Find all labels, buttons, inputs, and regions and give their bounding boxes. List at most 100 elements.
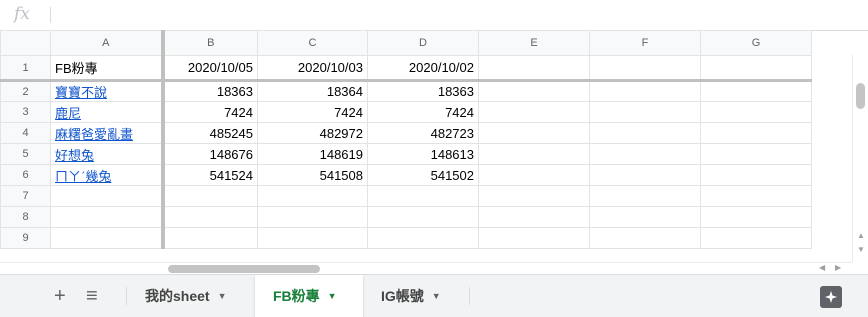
chevron-down-icon[interactable]: ▼ — [432, 275, 441, 317]
column-header-e[interactable]: E — [478, 30, 590, 56]
cell-a5[interactable]: 好想兔 — [50, 143, 163, 165]
add-sheet-button[interactable]: + — [54, 285, 66, 308]
tab-ig-accounts[interactable]: IG帳號 ▼ — [363, 275, 469, 317]
cell-e6[interactable] — [478, 164, 590, 186]
cell-a4[interactable]: 麻糬爸愛亂畫 — [50, 122, 163, 144]
cell-c8[interactable] — [257, 206, 368, 228]
cell-e4[interactable] — [478, 122, 590, 144]
cell-g8[interactable] — [700, 206, 812, 228]
cell-g2[interactable] — [700, 80, 812, 102]
cell-d6[interactable]: 541502 — [367, 164, 479, 186]
column-header-g[interactable]: G — [700, 30, 812, 56]
cell-e1[interactable] — [478, 55, 590, 82]
row-header[interactable]: 9 — [0, 227, 51, 249]
chevron-down-icon[interactable]: ▼ — [328, 275, 337, 317]
select-all-corner[interactable] — [0, 30, 51, 56]
cell-e9[interactable] — [478, 227, 590, 249]
cell-f7[interactable] — [589, 185, 701, 207]
cell-c2[interactable]: 18364 — [257, 80, 368, 102]
cell-b3[interactable]: 7424 — [160, 101, 258, 123]
row-header[interactable]: 1 — [0, 55, 51, 82]
row-header[interactable]: 8 — [0, 206, 51, 228]
scroll-right-icon[interactable]: ▶ — [835, 263, 841, 272]
cell-d8[interactable] — [367, 206, 479, 228]
vertical-scrollbar[interactable]: ▲ ▼ — [852, 55, 868, 262]
cell-c5[interactable]: 148619 — [257, 143, 368, 165]
scroll-down-icon[interactable]: ▼ — [857, 245, 865, 254]
tab-fb-fans[interactable]: FB粉專 ▼ — [255, 275, 363, 317]
cell-g5[interactable] — [700, 143, 812, 165]
link-cell[interactable]: ㄇㄚˊ幾兔 — [55, 169, 111, 184]
cell-f3[interactable] — [589, 101, 701, 123]
link-cell[interactable]: 鹿尼 — [55, 106, 81, 121]
scroll-up-icon[interactable]: ▲ — [857, 231, 865, 240]
cell-f4[interactable] — [589, 122, 701, 144]
cell-e5[interactable] — [478, 143, 590, 165]
row-header[interactable]: 2 — [0, 80, 51, 102]
cell-g9[interactable] — [700, 227, 812, 249]
chevron-down-icon[interactable]: ▼ — [218, 275, 227, 317]
cell-f9[interactable] — [589, 227, 701, 249]
cell-b5[interactable]: 148676 — [160, 143, 258, 165]
cell-c9[interactable] — [257, 227, 368, 249]
cell-d5[interactable]: 148613 — [367, 143, 479, 165]
cell-b2[interactable]: 18363 — [160, 80, 258, 102]
cell-b4[interactable]: 485245 — [160, 122, 258, 144]
cell-d3[interactable]: 7424 — [367, 101, 479, 123]
cell-g7[interactable] — [700, 185, 812, 207]
scroll-left-icon[interactable]: ◀ — [819, 263, 825, 272]
tab-my-sheet[interactable]: 我的sheet ▼ — [127, 275, 255, 317]
cell-d1[interactable]: 2020/10/02 — [367, 55, 479, 82]
link-cell[interactable]: 麻糬爸愛亂畫 — [55, 127, 133, 142]
cell-c3[interactable]: 7424 — [257, 101, 368, 123]
cell-d2[interactable]: 18363 — [367, 80, 479, 102]
cell-d4[interactable]: 482723 — [367, 122, 479, 144]
cell-e8[interactable] — [478, 206, 590, 228]
row-header[interactable]: 5 — [0, 143, 51, 165]
cell-b7[interactable] — [160, 185, 258, 207]
cell-c7[interactable] — [257, 185, 368, 207]
cell-a8[interactable] — [50, 206, 163, 228]
cell-c6[interactable]: 541508 — [257, 164, 368, 186]
row-header[interactable]: 3 — [0, 101, 51, 123]
cell-b8[interactable] — [160, 206, 258, 228]
cell-a2[interactable]: 寶寶不說 — [50, 80, 163, 102]
cell-e3[interactable] — [478, 101, 590, 123]
cell-d7[interactable] — [367, 185, 479, 207]
cell-b1[interactable]: 2020/10/05 — [160, 55, 258, 82]
cell-b6[interactable]: 541524 — [160, 164, 258, 186]
cell-g3[interactable] — [700, 101, 812, 123]
cell-f8[interactable] — [589, 206, 701, 228]
cell-g1[interactable] — [700, 55, 812, 82]
row-header[interactable]: 6 — [0, 164, 51, 186]
link-cell[interactable]: 好想兔 — [55, 148, 94, 163]
cell-f1[interactable] — [589, 55, 701, 82]
column-header-c[interactable]: C — [257, 30, 368, 56]
cell-f6[interactable] — [589, 164, 701, 186]
column-header-d[interactable]: D — [367, 30, 479, 56]
cell-c4[interactable]: 482972 — [257, 122, 368, 144]
cell-a9[interactable] — [50, 227, 163, 249]
column-header-a[interactable]: A — [50, 30, 163, 56]
vertical-scroll-thumb[interactable] — [856, 83, 865, 109]
row-header[interactable]: 4 — [0, 122, 51, 144]
cell-g4[interactable] — [700, 122, 812, 144]
row-header[interactable]: 7 — [0, 185, 51, 207]
cell-g6[interactable] — [700, 164, 812, 186]
cell-f2[interactable] — [589, 80, 701, 102]
cell-f5[interactable] — [589, 143, 701, 165]
cell-a7[interactable] — [50, 185, 163, 207]
cell-e7[interactable] — [478, 185, 590, 207]
cell-c1[interactable]: 2020/10/03 — [257, 55, 368, 82]
cell-d9[interactable] — [367, 227, 479, 249]
cell-b9[interactable] — [160, 227, 258, 249]
link-cell[interactable]: 寶寶不說 — [55, 85, 107, 100]
cell-a1[interactable]: FB粉專 — [50, 55, 163, 82]
cell-a6[interactable]: ㄇㄚˊ幾兔 — [50, 164, 163, 186]
column-header-f[interactable]: F — [589, 30, 701, 56]
cell-e2[interactable] — [478, 80, 590, 102]
horizontal-scroll-thumb[interactable] — [168, 265, 320, 273]
column-header-b[interactable]: B — [160, 30, 258, 56]
cell-a3[interactable]: 鹿尼 — [50, 101, 163, 123]
all-sheets-button[interactable]: ≡ — [86, 285, 98, 308]
